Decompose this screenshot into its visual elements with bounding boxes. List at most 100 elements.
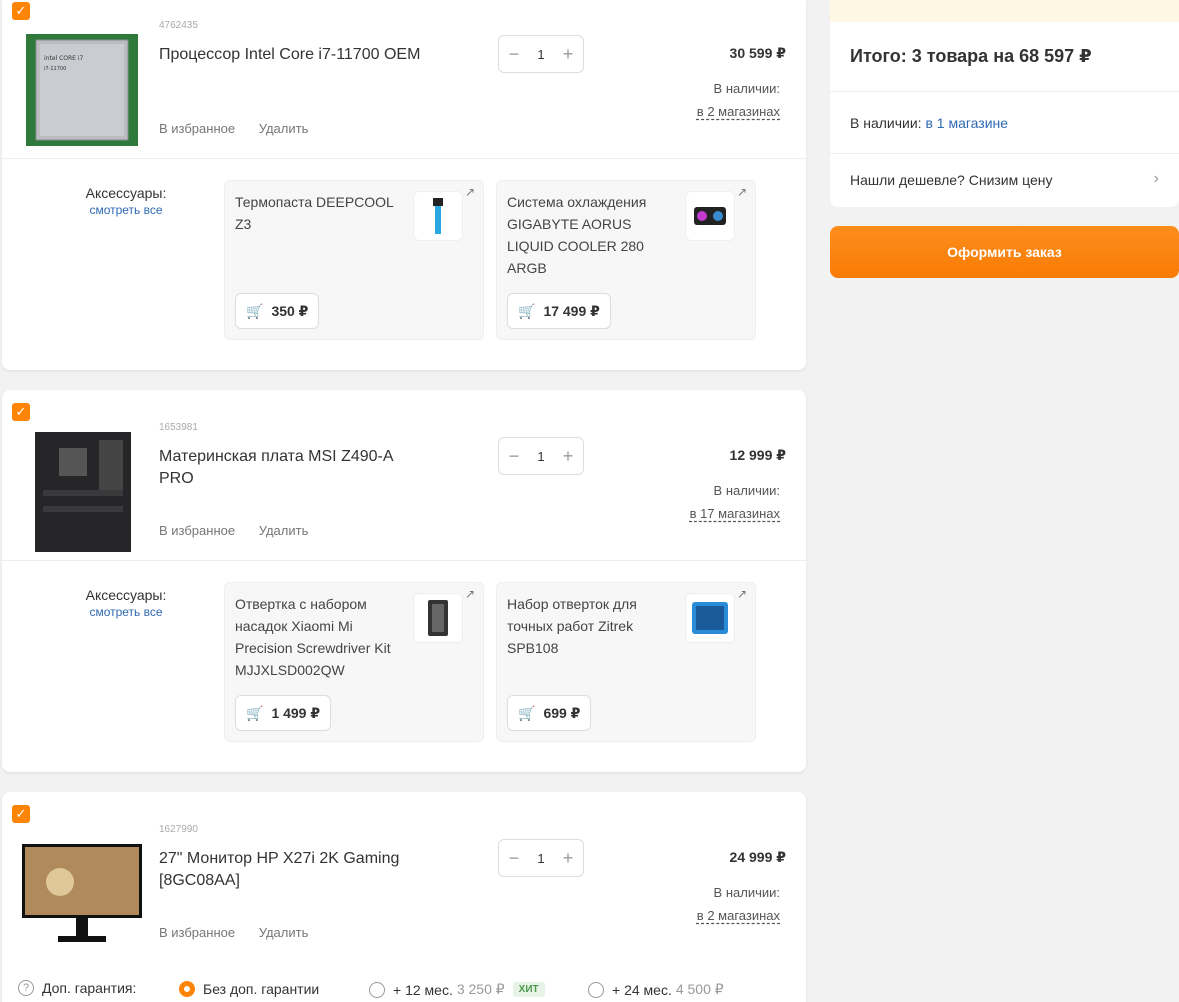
summary-banner bbox=[830, 0, 1179, 22]
availability: В наличии: в 2 магазинах bbox=[697, 77, 780, 123]
accessory-image[interactable] bbox=[685, 593, 735, 643]
quantity-stepper: − 1 + bbox=[498, 35, 584, 73]
product-image[interactable] bbox=[20, 430, 144, 554]
product-image[interactable]: intel CORE i7 i7-11700 bbox=[20, 28, 144, 152]
product-code: 4762435 bbox=[159, 20, 198, 31]
accessory-card[interactable]: Отвертка с набором насадок Xiaomi Mi Pre… bbox=[224, 582, 484, 742]
quantity-value[interactable]: 1 bbox=[537, 851, 544, 866]
plus-button[interactable]: + bbox=[561, 446, 575, 467]
accessories-title: Аксессуары: bbox=[85, 587, 167, 603]
accessory-card[interactable]: Система охлаждения GIGABYTE AORUS LIQUID… bbox=[496, 180, 756, 340]
plus-button[interactable]: + bbox=[561, 44, 575, 65]
accessory-card[interactable]: Термопаста DEEPCOOL Z3 ↗ 🛒 350 ₽ bbox=[224, 180, 484, 340]
product-code: 1653981 bbox=[159, 422, 198, 433]
warranty-option-label: + 12 мес. bbox=[393, 981, 453, 998]
add-favorite-link[interactable]: В избранное bbox=[159, 121, 235, 136]
warranty-option-none[interactable]: Без доп. гарантии bbox=[179, 981, 319, 997]
stores-link[interactable]: в 17 магазинах bbox=[690, 502, 780, 525]
accessory-image[interactable] bbox=[413, 191, 463, 241]
product-title[interactable]: 27" Монитор HP X27i 2K Gaming [8GC08AA] bbox=[159, 848, 429, 892]
remove-link[interactable]: Удалить bbox=[259, 121, 309, 136]
see-all-link[interactable]: смотреть все bbox=[82, 605, 170, 619]
add-to-cart-button[interactable]: 🛒 1 499 ₽ bbox=[235, 695, 332, 731]
svg-text:intel CORE i7: intel CORE i7 bbox=[44, 55, 84, 62]
checkout-button[interactable]: Оформить заказ bbox=[830, 226, 1179, 278]
accessory-title[interactable]: Система охлаждения GIGABYTE AORUS LIQUID… bbox=[507, 191, 677, 279]
accessory-price: 350 ₽ bbox=[271, 302, 309, 319]
warranty-option-price: 3 250 ₽ bbox=[456, 981, 505, 997]
warranty-label: ? Доп. гарантия: bbox=[18, 980, 136, 996]
accessory-image[interactable] bbox=[413, 593, 463, 643]
minus-button[interactable]: − bbox=[507, 44, 521, 65]
product-code: 1627990 bbox=[159, 824, 198, 835]
product-title[interactable]: Материнская плата MSI Z490-A PRO bbox=[159, 446, 429, 490]
open-arrow-icon[interactable]: ↗ bbox=[737, 185, 747, 199]
remove-link[interactable]: Удалить bbox=[259, 523, 309, 538]
availability-label: В наличии: bbox=[713, 483, 780, 498]
product-image[interactable] bbox=[20, 832, 144, 956]
see-all-link[interactable]: смотреть все bbox=[82, 203, 170, 217]
radio-icon[interactable] bbox=[588, 981, 604, 998]
quantity-stepper: − 1 + bbox=[498, 839, 584, 877]
accessories-label: Аксессуары: смотреть все bbox=[82, 587, 170, 619]
add-to-cart-button[interactable]: 🛒 350 ₽ bbox=[235, 293, 320, 329]
order-summary: Итого: 3 товара на 68 597 ₽ В наличии: в… bbox=[830, 0, 1179, 207]
availability-label: В наличии: bbox=[713, 81, 780, 96]
accessory-price: 17 499 ₽ bbox=[543, 302, 600, 319]
item-links: В избранное Удалить bbox=[159, 925, 328, 940]
quantity-value[interactable]: 1 bbox=[537, 449, 544, 464]
divider bbox=[2, 560, 806, 561]
hit-badge: ХИТ bbox=[512, 982, 545, 997]
item-checkbox[interactable]: ✓ bbox=[12, 2, 30, 20]
product-title[interactable]: Процессор Intel Core i7-11700 OEM bbox=[159, 44, 429, 66]
warranty-option-price: 4 500 ₽ bbox=[675, 981, 724, 997]
store-link[interactable]: в 1 магазине bbox=[925, 115, 1008, 131]
minus-button[interactable]: − bbox=[507, 446, 521, 467]
warranty-option-24[interactable]: + 24 мес. 4 500 ₽ bbox=[588, 981, 724, 998]
warranty-option-12[interactable]: + 12 мес. 3 250 ₽ ХИТ bbox=[369, 981, 545, 998]
cart-icon: 🛒 bbox=[518, 704, 536, 721]
cart-item-card: ✓ intel CORE i7 i7-11700 4762435 Процессо… bbox=[2, 0, 806, 370]
cart-icon: 🛒 bbox=[246, 302, 264, 319]
plus-button[interactable]: + bbox=[561, 848, 575, 869]
accessory-card[interactable]: Набор отверток для точных работ Zitrek S… bbox=[496, 582, 756, 742]
accessories-label: Аксессуары: смотреть все bbox=[82, 185, 170, 217]
item-links: В избранное Удалить bbox=[159, 523, 328, 538]
cart-icon: 🛒 bbox=[246, 704, 264, 721]
accessory-price: 699 ₽ bbox=[543, 704, 581, 721]
availability: В наличии: в 2 магазинах bbox=[697, 881, 780, 927]
product-price: 12 999 ₽ bbox=[729, 447, 786, 463]
add-favorite-link[interactable]: В избранное bbox=[159, 925, 235, 940]
cart-icon: 🛒 bbox=[518, 302, 536, 319]
item-checkbox[interactable]: ✓ bbox=[12, 403, 30, 421]
order-total: Итого: 3 товара на 68 597 ₽ bbox=[850, 46, 1092, 66]
open-arrow-icon[interactable]: ↗ bbox=[737, 587, 747, 601]
cheaper-link[interactable]: Нашли дешевле? Снизим цену bbox=[850, 172, 1053, 188]
add-to-cart-button[interactable]: 🛒 17 499 ₽ bbox=[507, 293, 611, 329]
radio-icon[interactable] bbox=[369, 981, 385, 998]
availability: В наличии: в 17 магазинах bbox=[690, 479, 780, 525]
quantity-value[interactable]: 1 bbox=[537, 47, 544, 62]
accessories-title: Аксессуары: bbox=[85, 185, 167, 201]
divider bbox=[830, 91, 1179, 92]
item-checkbox[interactable]: ✓ bbox=[12, 805, 30, 823]
accessory-title[interactable]: Отвертка с набором насадок Xiaomi Mi Pre… bbox=[235, 593, 405, 681]
warranty-option-label: Без доп. гарантии bbox=[203, 981, 320, 997]
add-to-cart-button[interactable]: 🛒 699 ₽ bbox=[507, 695, 592, 731]
open-arrow-icon[interactable]: ↗ bbox=[465, 185, 475, 199]
minus-button[interactable]: − bbox=[507, 848, 521, 869]
accessory-title[interactable]: Набор отверток для точных работ Zitrek S… bbox=[507, 593, 677, 659]
accessory-image[interactable] bbox=[685, 191, 735, 241]
quantity-stepper: − 1 + bbox=[498, 437, 584, 475]
stores-link[interactable]: в 2 магазинах bbox=[697, 904, 780, 927]
warranty-title: Доп. гарантия: bbox=[42, 980, 137, 996]
radio-selected-icon[interactable] bbox=[179, 981, 195, 997]
accessory-title[interactable]: Термопаста DEEPCOOL Z3 bbox=[235, 191, 405, 235]
chevron-right-icon[interactable]: › bbox=[1154, 170, 1159, 188]
remove-link[interactable]: Удалить bbox=[259, 925, 309, 940]
stores-link[interactable]: в 2 магазинах bbox=[697, 100, 780, 123]
question-icon[interactable]: ? bbox=[18, 980, 34, 996]
availability-label: В наличии: bbox=[713, 885, 780, 900]
add-favorite-link[interactable]: В избранное bbox=[159, 523, 235, 538]
open-arrow-icon[interactable]: ↗ bbox=[465, 587, 475, 601]
